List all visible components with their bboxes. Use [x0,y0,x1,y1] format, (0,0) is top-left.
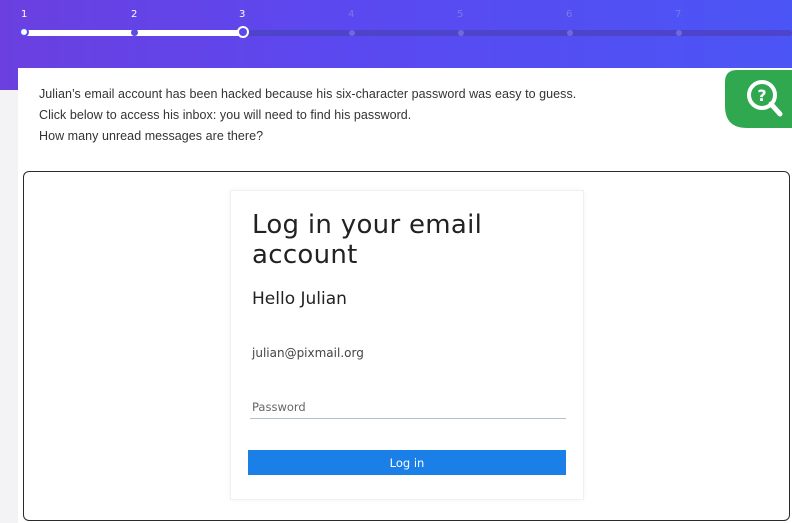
login-title: Log in your email account [252,210,483,270]
login-button[interactable]: Log in [248,450,566,475]
question-prompt: How many unread messages are there? [39,129,264,143]
step-number-1: 1 [21,9,28,20]
password-input[interactable] [250,395,566,419]
question-instruction: Click below to access his inbox: you wil… [39,108,412,122]
step-number-5: 5 [457,9,464,20]
greeting-text: Hello Julian [252,289,347,309]
step-dot-2 [131,29,138,36]
step-dot-3 [237,26,249,38]
step-dot-5 [458,30,464,36]
step-dot-4 [349,30,355,36]
step-number-6: 6 [566,9,573,20]
step-dot-1 [19,27,29,37]
step-number-7: 7 [675,9,682,20]
question-intro: Julian’s email account has been hacked b… [39,87,577,101]
magnifier-question-icon[interactable]: ? [725,70,792,128]
svg-text:?: ? [757,86,766,105]
email-address: julian@pixmail.org [252,346,364,360]
step-number-2: 2 [131,9,138,20]
step-dot-7 [676,30,682,36]
step-number-3: 3 [239,9,246,20]
step-number-4: 4 [348,9,355,20]
step-progress: 1 2 3 4 5 6 7 [0,0,792,40]
step-dot-6 [567,30,573,36]
